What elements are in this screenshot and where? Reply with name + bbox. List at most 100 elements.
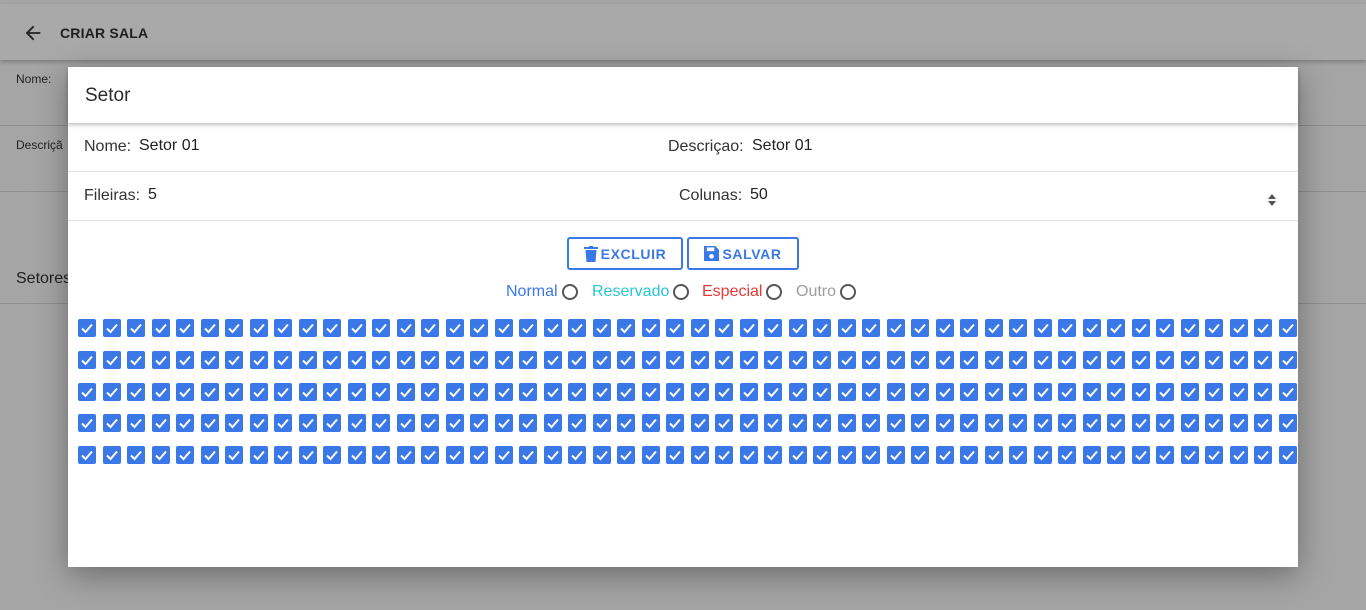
seat-checkbox[interactable] <box>1254 414 1272 432</box>
nome-field[interactable]: Setor 01 <box>139 137 199 155</box>
seat-checkbox[interactable] <box>372 351 390 369</box>
excluir-button[interactable]: EXCLUIR <box>567 237 683 270</box>
seat-checkbox[interactable] <box>323 446 341 464</box>
seat-checkbox[interactable] <box>911 446 929 464</box>
seat-checkbox[interactable] <box>691 319 709 337</box>
seat-checkbox[interactable] <box>691 351 709 369</box>
colunas-field[interactable]: 50 <box>750 186 768 204</box>
seat-checkbox[interactable] <box>1181 446 1199 464</box>
seat-checkbox[interactable] <box>642 446 660 464</box>
seat-checkbox[interactable] <box>838 446 856 464</box>
radio-circle-icon[interactable] <box>766 284 783 300</box>
seat-checkbox[interactable] <box>250 319 268 337</box>
seat-checkbox[interactable] <box>1254 351 1272 369</box>
seat-checkbox[interactable] <box>274 319 292 337</box>
radio-circle-icon[interactable] <box>673 284 690 300</box>
seat-checkbox[interactable] <box>1181 351 1199 369</box>
seat-checkbox[interactable] <box>985 414 1003 432</box>
seat-checkbox[interactable] <box>421 383 439 401</box>
seat-checkbox[interactable] <box>1181 319 1199 337</box>
seat-checkbox[interactable] <box>1132 446 1150 464</box>
radio-especial[interactable]: Especial <box>702 283 783 301</box>
seat-checkbox[interactable] <box>1279 319 1297 337</box>
seat-checkbox[interactable] <box>1058 351 1076 369</box>
seat-checkbox[interactable] <box>1156 414 1174 432</box>
seat-checkbox[interactable] <box>446 383 464 401</box>
seat-checkbox[interactable] <box>544 319 562 337</box>
seat-checkbox[interactable] <box>617 446 635 464</box>
seat-checkbox[interactable] <box>397 319 415 337</box>
seat-checkbox[interactable] <box>789 414 807 432</box>
seat-checkbox[interactable] <box>568 319 586 337</box>
seat-checkbox[interactable] <box>323 383 341 401</box>
seat-checkbox[interactable] <box>323 414 341 432</box>
seat-checkbox[interactable] <box>201 351 219 369</box>
seat-checkbox[interactable] <box>1254 446 1272 464</box>
seat-checkbox[interactable] <box>985 319 1003 337</box>
seat-checkbox[interactable] <box>446 414 464 432</box>
seat-checkbox[interactable] <box>1083 351 1101 369</box>
descricao-field[interactable]: Setor 01 <box>752 137 812 155</box>
seat-checkbox[interactable] <box>495 351 513 369</box>
seat-checkbox[interactable] <box>617 351 635 369</box>
seat-checkbox[interactable] <box>568 351 586 369</box>
seat-checkbox[interactable] <box>103 414 121 432</box>
seat-checkbox[interactable] <box>862 446 880 464</box>
seat-checkbox[interactable] <box>593 319 611 337</box>
seat-checkbox[interactable] <box>1156 319 1174 337</box>
seat-checkbox[interactable] <box>1009 414 1027 432</box>
seat-checkbox[interactable] <box>299 319 317 337</box>
seat-checkbox[interactable] <box>642 383 660 401</box>
seat-checkbox[interactable] <box>103 319 121 337</box>
seat-checkbox[interactable] <box>642 351 660 369</box>
seat-checkbox[interactable] <box>691 383 709 401</box>
seat-checkbox[interactable] <box>127 319 145 337</box>
salvar-button[interactable]: SALVAR <box>687 237 799 270</box>
seat-checkbox[interactable] <box>127 446 145 464</box>
seat-checkbox[interactable] <box>421 351 439 369</box>
seat-checkbox[interactable] <box>1205 319 1223 337</box>
seat-checkbox[interactable] <box>862 383 880 401</box>
seat-checkbox[interactable] <box>103 446 121 464</box>
seat-checkbox[interactable] <box>127 414 145 432</box>
seat-checkbox[interactable] <box>985 446 1003 464</box>
seat-checkbox[interactable] <box>740 383 758 401</box>
seat-checkbox[interactable] <box>519 319 537 337</box>
seat-checkbox[interactable] <box>1279 351 1297 369</box>
seat-checkbox[interactable] <box>470 351 488 369</box>
seat-checkbox[interactable] <box>764 319 782 337</box>
seat-checkbox[interactable] <box>201 319 219 337</box>
seat-checkbox[interactable] <box>225 414 243 432</box>
seat-checkbox[interactable] <box>299 446 317 464</box>
seat-checkbox[interactable] <box>764 383 782 401</box>
seat-checkbox[interactable] <box>544 414 562 432</box>
seat-checkbox[interactable] <box>1083 414 1101 432</box>
seat-checkbox[interactable] <box>1156 383 1174 401</box>
seat-checkbox[interactable] <box>78 414 96 432</box>
seat-checkbox[interactable] <box>691 414 709 432</box>
seat-checkbox[interactable] <box>911 383 929 401</box>
seat-checkbox[interactable] <box>470 446 488 464</box>
seat-checkbox[interactable] <box>201 446 219 464</box>
seat-checkbox[interactable] <box>617 383 635 401</box>
seat-checkbox[interactable] <box>470 383 488 401</box>
seat-checkbox[interactable] <box>1034 319 1052 337</box>
seat-checkbox[interactable] <box>519 383 537 401</box>
seat-checkbox[interactable] <box>1205 414 1223 432</box>
seat-checkbox[interactable] <box>250 351 268 369</box>
seat-checkbox[interactable] <box>152 446 170 464</box>
seat-checkbox[interactable] <box>1107 446 1125 464</box>
seat-checkbox[interactable] <box>78 446 96 464</box>
seat-checkbox[interactable] <box>78 319 96 337</box>
seat-checkbox[interactable] <box>642 414 660 432</box>
seat-checkbox[interactable] <box>985 351 1003 369</box>
seat-checkbox[interactable] <box>838 319 856 337</box>
seat-checkbox[interactable] <box>348 351 366 369</box>
seat-checkbox[interactable] <box>862 414 880 432</box>
seat-checkbox[interactable] <box>299 351 317 369</box>
seat-checkbox[interactable] <box>152 319 170 337</box>
seat-checkbox[interactable] <box>1107 351 1125 369</box>
seat-checkbox[interactable] <box>470 414 488 432</box>
seat-checkbox[interactable] <box>936 319 954 337</box>
seat-checkbox[interactable] <box>1058 383 1076 401</box>
